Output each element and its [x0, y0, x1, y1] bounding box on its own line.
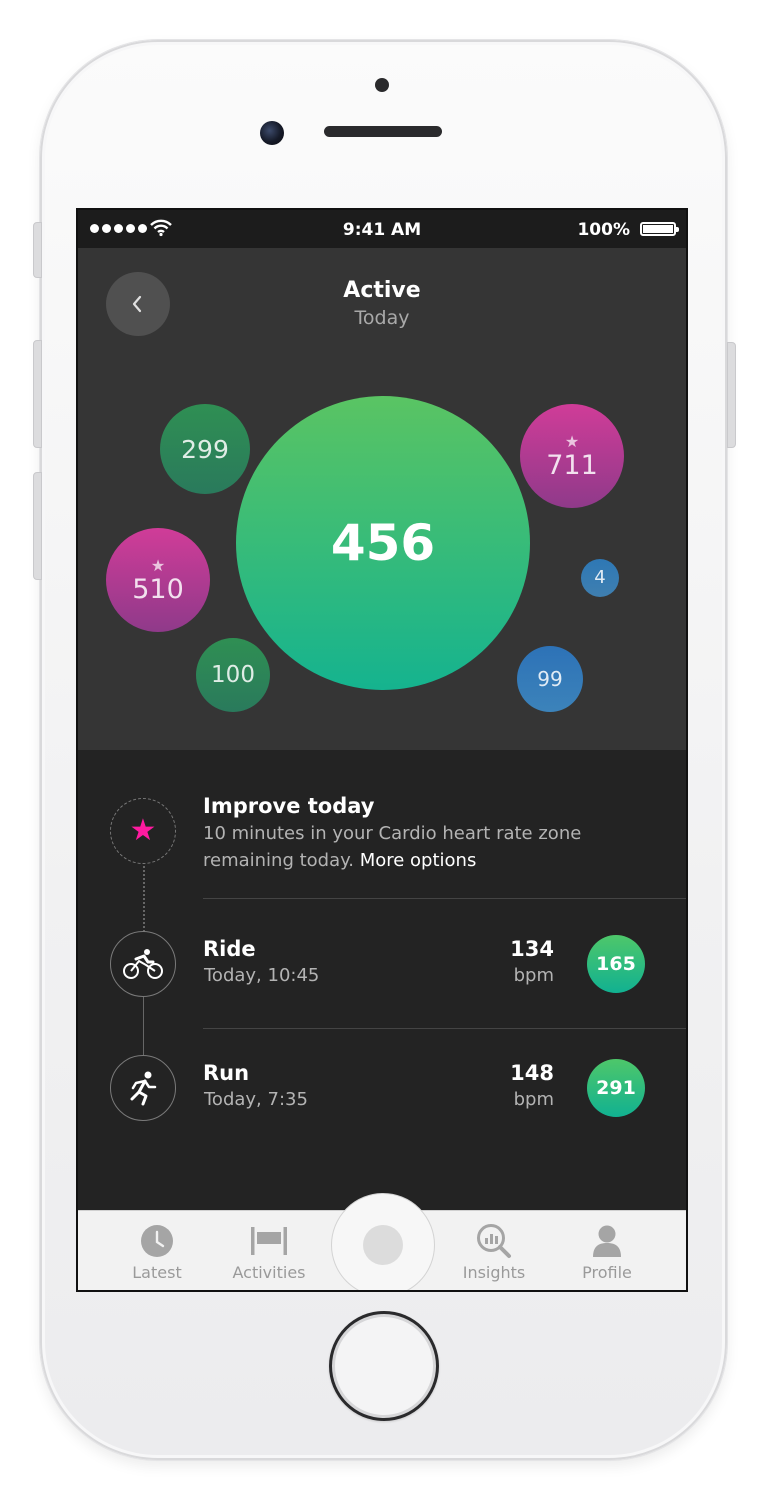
star-icon: ★: [150, 555, 166, 575]
improve-icon-circle: ★: [110, 798, 176, 864]
activity-time: Today, 10:45: [204, 965, 320, 986]
profile-icon: [593, 1225, 621, 1257]
activity-icon-circle: [110, 931, 176, 997]
timeline-connector: [143, 866, 145, 932]
bubble-510[interactable]: ★ 510: [106, 528, 210, 632]
tab-activities[interactable]: Activities: [214, 1211, 324, 1290]
page-subtitle: Today: [354, 307, 410, 329]
bubble-value: 711: [546, 449, 598, 481]
activity-list: ★ Improve today 10 minutes in your Cardi…: [78, 750, 686, 1210]
heart-rate-value: 148: [510, 1061, 554, 1085]
divider: [203, 1028, 686, 1029]
tab-label: Insights: [462, 1263, 526, 1282]
star-icon: ★: [564, 431, 580, 451]
tab-label: Latest: [132, 1263, 182, 1282]
main-score-bubble[interactable]: 456: [236, 396, 530, 690]
bubble-value: 99: [537, 667, 563, 691]
page-title: Active: [343, 278, 421, 303]
volume-down-button: [33, 472, 42, 580]
power-button: [727, 342, 736, 448]
status-bar: 9:41 AM 100%: [78, 210, 686, 248]
bubble-100[interactable]: 100: [196, 638, 270, 712]
improve-text: 10 minutes in your Cardio heart rate zon…: [203, 820, 663, 874]
battery-icon: [640, 222, 679, 236]
heart-rate-value: 134: [510, 937, 554, 961]
tab-label: Profile: [582, 1263, 632, 1282]
tab-profile[interactable]: Profile: [552, 1211, 662, 1290]
bubble-value: 299: [181, 434, 229, 464]
bubble-value: 100: [211, 661, 255, 688]
star-icon: ★: [129, 813, 157, 848]
activity-score-badge[interactable]: 165: [587, 935, 645, 993]
heart-rate-unit: bpm: [513, 965, 554, 986]
improve-title: Improve today: [203, 794, 375, 818]
heart-rate-unit: bpm: [513, 1089, 554, 1110]
battery-percent: 100%: [577, 220, 630, 240]
activities-icon: [251, 1227, 287, 1255]
insights-icon: [477, 1224, 511, 1258]
activity-icon-circle: [110, 1055, 176, 1121]
timeline-connector: [143, 997, 144, 1055]
bubble-299[interactable]: 299: [160, 404, 250, 494]
main-score-value: 456: [330, 514, 436, 572]
clock-icon: [141, 1225, 173, 1257]
mute-switch: [33, 222, 42, 278]
bubble-99[interactable]: 99: [517, 646, 583, 712]
bubble-4[interactable]: 4: [581, 559, 619, 597]
cycling-icon: [123, 949, 163, 979]
bubble-value: 4: [594, 567, 606, 588]
activity-name: Run: [203, 1061, 250, 1085]
bubble-711[interactable]: ★ 711: [520, 404, 624, 508]
activity-name: Ride: [203, 937, 256, 961]
tab-bar: Latest Activities Insights Profile: [78, 1193, 686, 1290]
activity-time: Today, 7:35: [204, 1089, 308, 1110]
more-options-link[interactable]: More options: [360, 850, 477, 871]
running-icon: [130, 1071, 157, 1106]
activity-score-badge[interactable]: 291: [587, 1059, 645, 1117]
app-screen: 9:41 AM 100% Active Today 456 299 ★ 711 …: [78, 210, 686, 1290]
bubble-value: 510: [132, 573, 184, 605]
center-action-button[interactable]: [331, 1193, 435, 1290]
tab-label: Activities: [232, 1263, 306, 1282]
volume-up-button: [33, 340, 42, 448]
proximity-sensor: [375, 78, 389, 92]
tab-insights[interactable]: Insights: [439, 1211, 549, 1290]
front-camera: [260, 121, 284, 145]
home-button[interactable]: [329, 1311, 439, 1421]
activity-bubbles-panel: Active Today 456 299 ★ 711 ★ 510 4 100 9…: [78, 248, 686, 750]
divider: [203, 898, 686, 899]
tab-latest[interactable]: Latest: [102, 1211, 212, 1290]
earpiece-speaker: [324, 126, 442, 137]
